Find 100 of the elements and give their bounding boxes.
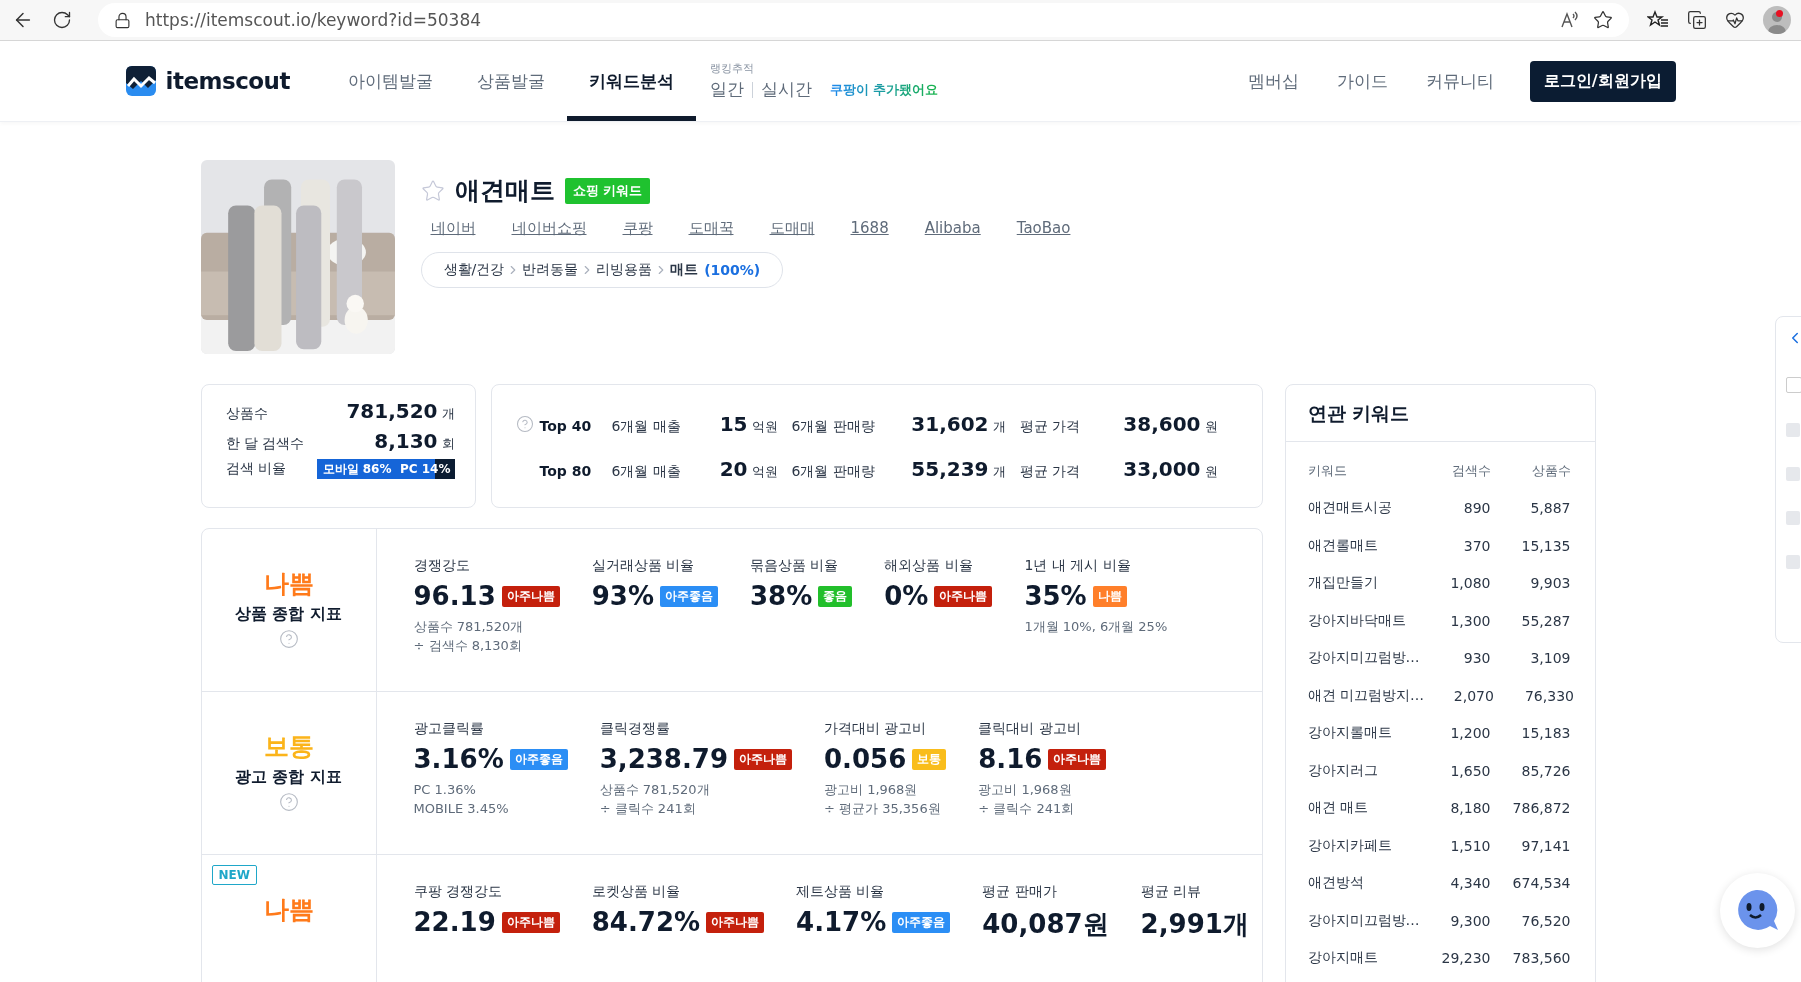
keyword-link[interactable]: 강아지바닥매트 (1307, 611, 1421, 630)
column-header: 키워드 (1307, 461, 1348, 480)
stat-value: 8,130 (374, 429, 438, 453)
login-button[interactable]: 로그인/회원가입 (1529, 60, 1676, 102)
metric-label: 쿠팡 경쟁강도 (413, 883, 503, 901)
site-link[interactable]: 1688 (850, 219, 889, 238)
top-label: Top 80 (539, 462, 593, 479)
rating-tag: 아주나쁨 (501, 585, 560, 607)
checkbox-icon[interactable] (1786, 377, 1801, 393)
keyword-link[interactable]: 강아지미끄럼방… (1307, 911, 1421, 930)
keyword-link[interactable]: 강아지카페트 (1307, 836, 1421, 855)
lock-icon (114, 11, 131, 29)
keyword-link[interactable]: 개집만들기 (1307, 574, 1421, 593)
profile-avatar[interactable] (1763, 6, 1791, 34)
stat-label: 상품수 (225, 405, 268, 423)
nav-link[interactable]: 멤버십 (1247, 69, 1299, 93)
table-cell-text: 97,141 (1520, 837, 1571, 854)
table-cell-text: 5,887 (1529, 500, 1571, 517)
nav-tab[interactable]: 아이템발굴 (325, 41, 455, 121)
stat-value: 55,239 (911, 456, 989, 481)
keyword-link[interactable]: 강아지러그 (1307, 761, 1421, 780)
table-cell-text: 1,080 (1449, 575, 1491, 592)
stat-value: 31,602 (911, 411, 989, 436)
column-header: 검색수 (1450, 461, 1491, 480)
keyword-link[interactable]: 애견 매트 (1307, 799, 1421, 818)
metric-value: 93% (591, 581, 654, 611)
table-cell-text: 8,180 (1449, 800, 1491, 817)
collections-icon[interactable] (1687, 10, 1707, 30)
stat-value: 33,000 (1123, 456, 1201, 481)
nav-tab[interactable]: 상품발굴 (454, 41, 567, 121)
rating-tag: 좋음 (818, 585, 853, 607)
stat-value: 20 (719, 456, 748, 481)
stat-label: 평균 가격 (1019, 417, 1081, 436)
star-icon[interactable] (420, 178, 445, 203)
metric-value: 0.056 (824, 744, 907, 774)
metric-label: 가격대비 광고비 (824, 720, 928, 738)
ranking-link[interactable]: 실시간 (760, 78, 812, 101)
indicator-name: 광고 종합 지표 (234, 767, 343, 788)
metric-note: 상품수 781,520개 (413, 618, 525, 636)
metric-note: 광고비 1,968원 (824, 781, 919, 799)
keyword-link[interactable]: 강아지롤매트 (1307, 724, 1421, 743)
category-text: 반려동물 (522, 261, 579, 279)
metric-value: 4.17% (796, 907, 887, 937)
column-header: 상품수 (1530, 461, 1571, 480)
table-cell-text: 15,135 (1520, 537, 1571, 554)
keyword-link[interactable]: 애견방석 (1307, 874, 1421, 893)
category-text: 생활/건강 (443, 261, 505, 279)
rating-tag: 아주나쁨 (734, 748, 792, 770)
rating-tag: 아주나쁨 (1048, 748, 1107, 770)
table-cell-text: 370 (1462, 537, 1491, 554)
stat-unit: 억원 (751, 418, 778, 434)
metric-note: ÷ 검색수 8,130회 (413, 637, 523, 655)
site-link[interactable]: 도매매 (769, 219, 815, 238)
keyword-link[interactable]: 강아지매트 (1307, 949, 1421, 968)
stat-label: 6개월 매출 (611, 462, 682, 481)
grade-text: 보통 (263, 731, 314, 763)
site-link[interactable]: 네이버 (430, 219, 476, 238)
keyword-link[interactable]: 애견 미끄럼방지… (1307, 686, 1424, 705)
top-label: Top 40 (539, 417, 593, 434)
stat-value: 781,520 (346, 399, 438, 423)
favorite-star-icon[interactable] (1593, 10, 1613, 30)
metric-value: 8.16 (978, 744, 1043, 774)
metric-label: 로켓상품 비율 (591, 883, 682, 901)
ranking-link[interactable]: 일간 (709, 78, 744, 101)
metric-label: 광고클릭률 (413, 720, 485, 738)
metric-value: 40,087원 (982, 908, 1109, 941)
rating-tag: 아주나쁨 (706, 911, 765, 933)
table-cell-text: 15,183 (1520, 725, 1571, 742)
favorites-icon[interactable] (1647, 10, 1669, 30)
nav-link[interactable]: 커뮤니티 (1425, 69, 1494, 93)
site-link[interactable]: 네이버쇼핑 (511, 219, 587, 238)
health-icon[interactable] (1725, 10, 1745, 30)
logo-icon (125, 66, 156, 96)
nav-tab[interactable]: 키워드분석 (566, 41, 696, 121)
mobile-ratio-text: 모바일 86% (322, 460, 392, 478)
stat-label: 6개월 판매량 (791, 417, 876, 436)
table-cell-text: 2,070 (1452, 687, 1494, 704)
new-badge: NEW (211, 865, 257, 885)
metric-label: 해외상품 비율 (884, 557, 974, 575)
keyword-link[interactable]: 애견매트시공 (1307, 499, 1421, 518)
category-text: 리빙용품 (596, 261, 653, 279)
read-aloud-icon[interactable] (1559, 10, 1579, 30)
metric-label: 제트상품 비율 (796, 883, 886, 901)
keyword-link[interactable]: 강아지미끄럼방… (1307, 649, 1421, 668)
nav-link[interactable]: 가이드 (1336, 69, 1388, 93)
table-cell-text: 4,340 (1449, 875, 1491, 892)
metric-note: ÷ 클릭수 241회 (978, 800, 1076, 818)
site-link[interactable]: TaoBao (1016, 219, 1071, 238)
metric-note: ÷ 평균가 35,356원 (824, 800, 942, 818)
address-bar[interactable]: https://itemscout.io/keyword?id=50384 (98, 3, 1629, 37)
site-link[interactable]: 도매꾹 (688, 219, 734, 238)
site-link[interactable]: 쿠팡 (622, 219, 653, 238)
keyword-badge: 쇼핑 키워드 (564, 177, 651, 204)
reload-icon[interactable] (52, 10, 72, 30)
rating-tag: 아주좋음 (509, 748, 568, 770)
keyword-link[interactable]: 애견롤매트 (1307, 536, 1421, 555)
logo-text[interactable]: itemscout (165, 68, 290, 94)
chat-button[interactable] (1720, 873, 1795, 948)
table-cell-text: 9,300 (1449, 912, 1491, 929)
site-link[interactable]: Alibaba (924, 219, 981, 238)
